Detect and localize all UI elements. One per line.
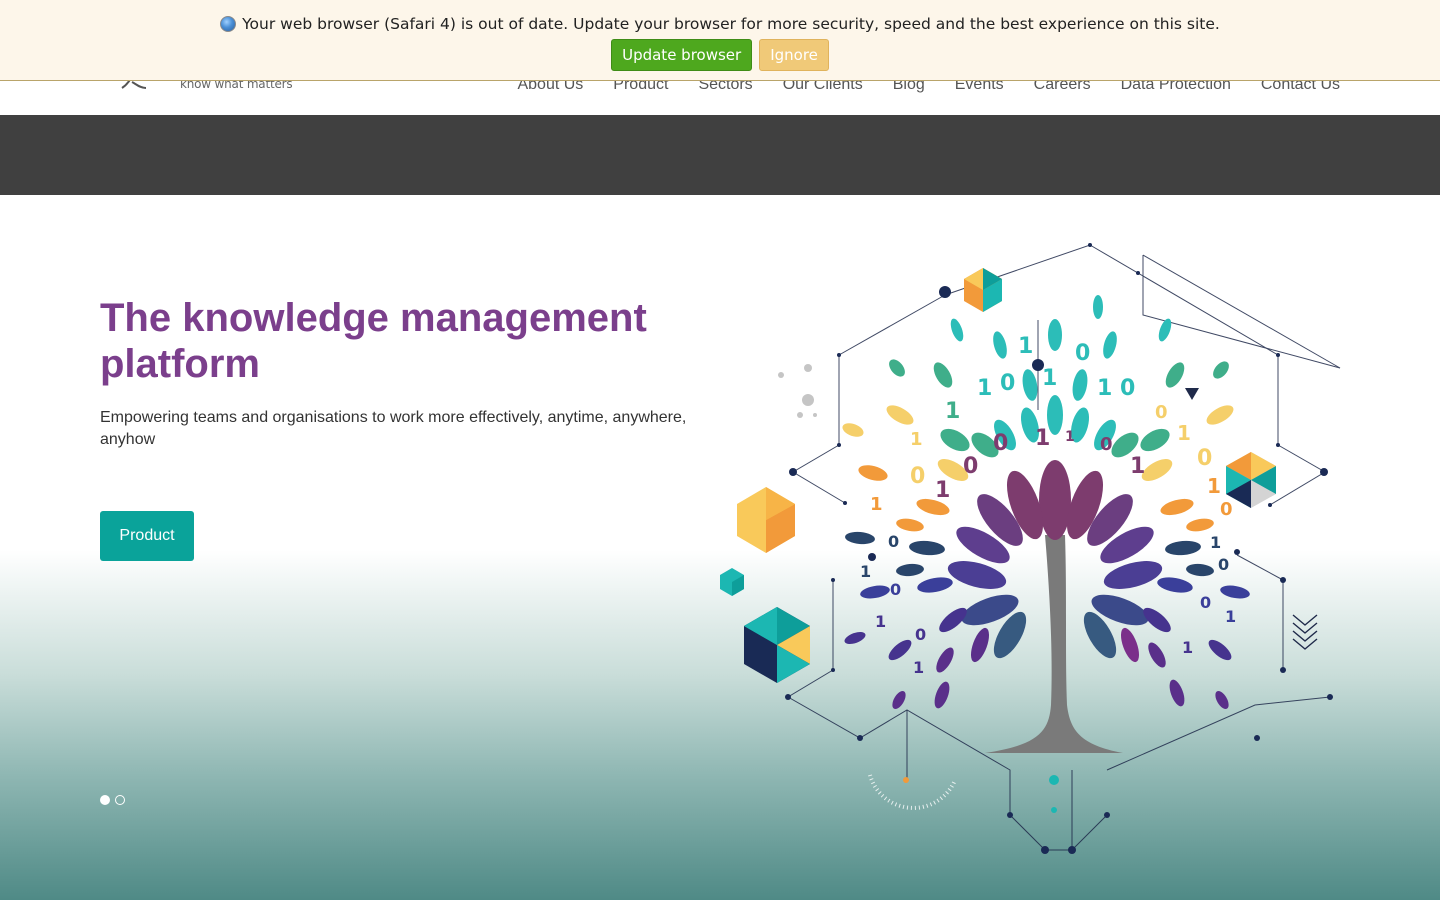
svg-text:0: 0 xyxy=(1075,341,1090,366)
svg-text:1: 1 xyxy=(1177,421,1191,445)
product-button[interactable]: Product xyxy=(100,511,194,561)
outdated-browser-actions: Update browser Ignore xyxy=(0,39,1440,71)
svg-text:1: 1 xyxy=(1225,607,1236,626)
orange-dot xyxy=(903,777,909,783)
svg-text:1: 1 xyxy=(860,562,871,581)
svg-text:1: 1 xyxy=(1042,366,1057,391)
svg-text:1: 1 xyxy=(977,376,992,401)
svg-text:0: 0 xyxy=(1155,402,1168,423)
teal-dot xyxy=(1049,775,1059,785)
globe-icon xyxy=(220,16,237,32)
hero-title: The knowledge management platform xyxy=(100,296,647,386)
outdated-browser-bar: Your web browser (Safari 4) is out of da… xyxy=(0,0,1440,81)
svg-text:1: 1 xyxy=(1130,454,1145,479)
svg-text:1: 1 xyxy=(875,612,886,631)
outdated-browser-message: Your web browser (Safari 4) is out of da… xyxy=(242,15,1220,33)
svg-text:0: 0 xyxy=(993,431,1008,456)
teal-dot-small xyxy=(1051,807,1057,813)
triangle-marker-icon xyxy=(1185,388,1199,400)
svg-text:1: 1 xyxy=(910,429,923,450)
svg-text:0: 0 xyxy=(890,580,901,599)
svg-text:1: 1 xyxy=(870,494,883,515)
carousel-dots xyxy=(100,795,125,805)
svg-text:1: 1 xyxy=(1065,429,1075,445)
svg-text:1: 1 xyxy=(1210,533,1221,552)
svg-text:0: 0 xyxy=(963,454,978,479)
dashed-arc xyxy=(868,774,957,810)
svg-text:0: 0 xyxy=(888,532,899,551)
ignore-button[interactable]: Ignore xyxy=(759,39,829,71)
hex-cube-left-yellow xyxy=(737,487,795,553)
svg-text:0: 0 xyxy=(910,464,925,489)
svg-text:1: 1 xyxy=(1097,376,1112,401)
chevrons-down-icon xyxy=(1292,614,1318,650)
hex-small-teal xyxy=(720,568,744,596)
svg-text:1: 1 xyxy=(913,658,924,677)
svg-text:1: 1 xyxy=(1035,426,1050,451)
svg-text:0: 0 xyxy=(1197,446,1212,471)
hex-cube-left-bottom xyxy=(744,607,810,683)
carousel-dot-2[interactable] xyxy=(115,795,125,805)
svg-text:0: 0 xyxy=(1218,555,1229,574)
hero-section: The knowledge management platform Empowe… xyxy=(0,195,1440,900)
svg-text:0: 0 xyxy=(1000,371,1015,396)
svg-text:0: 0 xyxy=(1120,376,1135,401)
grey-dots xyxy=(778,364,817,418)
svg-text:0: 0 xyxy=(1100,434,1113,455)
knowledge-tree-illustration: 1 0 1 0 1 1 0 1 0 1 1 0 0 0 1 1 0 1 0 1 … xyxy=(720,243,1341,854)
outdated-browser-message-row: Your web browser (Safari 4) is out of da… xyxy=(0,15,1440,33)
svg-text:0: 0 xyxy=(1200,593,1211,612)
hero-subtitle: Empowering teams and organisations to wo… xyxy=(100,409,687,448)
svg-text:1: 1 xyxy=(935,478,950,503)
dark-banner-band xyxy=(0,115,1440,195)
svg-text:1: 1 xyxy=(1182,638,1193,657)
svg-text:1: 1 xyxy=(1207,474,1221,498)
update-browser-button[interactable]: Update browser xyxy=(611,39,753,71)
svg-text:0: 0 xyxy=(1220,499,1233,520)
svg-text:0: 0 xyxy=(915,625,926,644)
svg-text:1: 1 xyxy=(945,399,960,424)
svg-text:1: 1 xyxy=(1018,334,1033,359)
carousel-dot-1[interactable] xyxy=(100,795,110,805)
hex-cube-right xyxy=(1226,452,1276,508)
hex-cube-top xyxy=(964,268,1002,312)
